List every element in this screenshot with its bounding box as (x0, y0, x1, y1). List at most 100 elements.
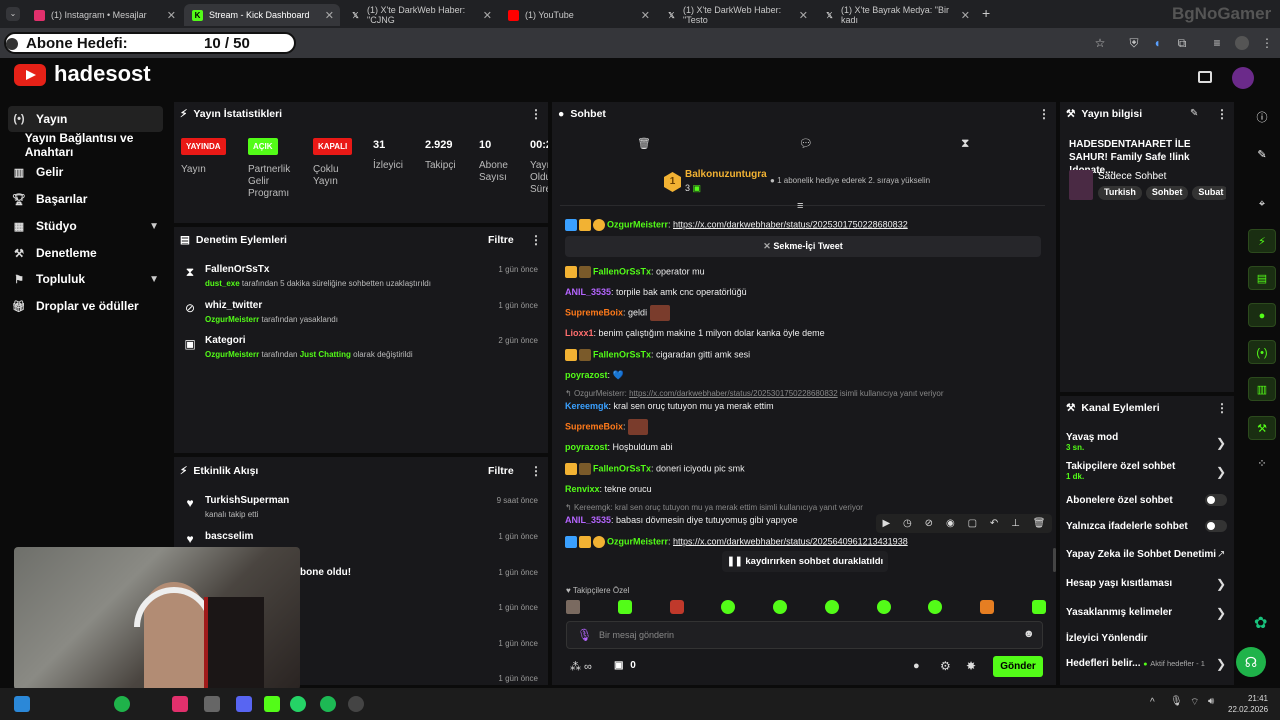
emoji-icon[interactable]: ☻ (1023, 628, 1035, 640)
tab-youtube[interactable]: (1) YouTube ✕ (500, 4, 656, 26)
mic-tray-icon[interactable]: 🎙︎ (1170, 696, 1183, 707)
browser-menu-icon[interactable]: ⋮ (1260, 36, 1274, 50)
capture-icon[interactable]: ⌖ (1248, 192, 1276, 216)
user-avatar[interactable] (1232, 67, 1254, 89)
channel-logo-icon[interactable] (14, 64, 46, 86)
system-clock[interactable]: 21:41 22.02.2026 (1228, 693, 1268, 715)
undo-icon[interactable]: ↶ (990, 518, 998, 529)
emote-icon[interactable] (566, 600, 580, 614)
emote-icon[interactable] (876, 600, 891, 614)
tab-list-chevron-icon[interactable]: ⌄ (6, 7, 20, 21)
playlist-icon[interactable]: ≡ (1210, 36, 1224, 50)
chat-scrollbar[interactable] (1053, 548, 1056, 572)
play-icon[interactable]: ▶ (882, 518, 890, 529)
sidebar-item-yayin[interactable]: (•) Yayın (8, 106, 163, 132)
spotify-icon[interactable] (320, 696, 336, 712)
close-icon[interactable]: ✕ (961, 9, 970, 22)
sidebar-item-gelir[interactable]: ▥ Gelir (8, 159, 163, 185)
close-icon[interactable]: ✕ (325, 9, 334, 22)
trash-icon[interactable]: 🗑︎ (637, 137, 651, 150)
whatsapp-icon[interactable] (290, 696, 306, 712)
ai-moderation-item[interactable]: Yapay Zeka ile Sohbet Denetimi (1066, 549, 1226, 560)
network-icon[interactable]: ⌔ (1190, 696, 1199, 709)
activity-filter-button[interactable]: Filtre (488, 465, 514, 477)
profile-avatar[interactable] (1235, 36, 1249, 50)
broadcast-icon[interactable]: (•) (1248, 340, 1276, 364)
chat-bubble-icon[interactable]: ● (913, 660, 920, 672)
new-tab-button[interactable]: + (982, 5, 990, 21)
tray-chevron-icon[interactable]: ^ (1150, 697, 1155, 708)
emote-icon[interactable] (617, 600, 632, 614)
close-icon[interactable]: ✕ (799, 9, 808, 22)
bolt-icon[interactable]: ⚡︎ (1248, 229, 1276, 253)
pin-icon[interactable]: ⊥ (1011, 518, 1020, 529)
sidebar-item-studyo[interactable]: ▦ Stüdyo ▼ (8, 213, 163, 239)
raid-item[interactable]: İzleyici Yönlendir (1066, 633, 1226, 644)
app-icon[interactable] (114, 696, 130, 712)
kick-app-icon[interactable] (264, 696, 280, 712)
notes-icon[interactable]: ▤ (1248, 266, 1276, 290)
chatgpt-icon[interactable]: ✿ (1254, 613, 1267, 633)
app-icon[interactable] (204, 696, 220, 712)
chat-menu-icon[interactable]: ⋮ (1038, 107, 1050, 121)
banned-words-item[interactable]: Yasaklanmış kelimeler (1066, 607, 1226, 618)
activity-menu-icon[interactable]: ⋮ (530, 464, 542, 478)
support-headset-icon[interactable]: ☊ (1236, 647, 1266, 677)
sidebar-item-topluluk[interactable]: ⚑ Topluluk ▼ (8, 266, 163, 292)
emote-icon[interactable] (669, 600, 684, 614)
stats-menu-icon[interactable]: ⋮ (530, 107, 542, 121)
emotes-only-toggle[interactable] (1205, 520, 1227, 532)
copy-icon[interactable]: ▢ (968, 518, 977, 529)
channel-points-icon[interactable]: ⁂ ∞ (570, 660, 592, 673)
info-menu-icon[interactable]: ⋮ (1216, 107, 1228, 121)
settings-gear-icon[interactable]: ⚙ (940, 659, 951, 673)
chat-mode-icon[interactable]: 💬︎ (799, 137, 813, 150)
tab-x-darkweb-1[interactable]: 𝕏 (1) X'te DarkWeb Haber: "CJNG ✕ (342, 4, 498, 26)
chat-input[interactable]: 🎙︎ Bir mesaj gönderin ☻ (566, 621, 1043, 649)
sidebar-item-stream-key[interactable]: Yayın Bağlantısı ve Anahtarı (8, 131, 170, 159)
app-icon[interactable] (236, 696, 252, 712)
close-icon[interactable]: ✕ (167, 9, 176, 22)
more-icon[interactable]: ⁘ (1248, 452, 1276, 476)
tab-kick-dashboard[interactable]: K Stream - Kick Dashboard ✕ (184, 4, 340, 26)
extensions-icon[interactable]: ⧉ (1175, 36, 1189, 50)
actions-menu-icon[interactable]: ⋮ (1216, 401, 1228, 415)
goals-item[interactable]: Hedefleri belir... ● Aktif hedefler - 1 (1066, 658, 1206, 669)
tab-instagram[interactable]: (1) Instagram • Mesajlar ✕ (26, 4, 182, 26)
audio-icon[interactable]: ◖ (1150, 36, 1164, 50)
account-age-item[interactable]: Hesap yaşı kısıtlaması (1066, 578, 1226, 589)
chat-icon[interactable]: ◉ (946, 518, 955, 529)
sidebar-item-droplar[interactable]: 🎁︎ Droplar ve ödüller (8, 293, 163, 319)
edit-pencil-icon[interactable]: ✎ (1190, 108, 1198, 119)
wrench-icon[interactable]: ⚒ (1248, 416, 1276, 440)
emote-icon[interactable] (721, 600, 736, 614)
followers-only-item[interactable]: Takipçilere özel sohbet 1 dk. (1066, 461, 1226, 481)
tab-x-darkweb-2[interactable]: 𝕏 (1) X'te DarkWeb Haber: "Testo ✕ (658, 4, 814, 26)
slash-icon[interactable]: ⊘ (925, 518, 933, 529)
emote-icon[interactable] (1031, 600, 1046, 614)
volume-icon[interactable]: 🔊︎ (1208, 696, 1214, 707)
close-icon[interactable]: ✕ (483, 9, 492, 22)
screen-icon[interactable] (1198, 71, 1212, 83)
emote-icon[interactable] (773, 600, 788, 614)
app-icon[interactable] (348, 696, 364, 712)
close-icon[interactable]: ✕ (641, 9, 650, 22)
collapse-icon[interactable]: ≡ (797, 200, 803, 212)
gift-counter[interactable]: ▣ 0 (614, 660, 636, 671)
mod-filter-button[interactable]: Filtre (488, 234, 514, 246)
info-icon[interactable]: ⓘ (1248, 106, 1276, 130)
emote-icon[interactable] (928, 600, 943, 614)
gifter-name[interactable]: Balkonuzuntugra (685, 169, 767, 180)
mod-menu-icon[interactable]: ⋮ (530, 233, 542, 247)
clock-icon[interactable]: ◷ (903, 518, 912, 529)
sidebar-item-basarilar[interactable]: 🏆︎ Başarılar (8, 186, 163, 212)
emote-picker-icon[interactable]: ✸ (966, 659, 976, 673)
bookmark-star-icon[interactable]: ☆ (1093, 36, 1107, 50)
delete-icon[interactable]: 🗑︎ (1033, 518, 1046, 529)
hourglass-icon[interactable]: ⧗ (961, 136, 969, 151)
chat-paused-banner[interactable]: ❚❚ kaydırırken sohbet duraklatıldı (722, 551, 888, 572)
tab-x-bayrak[interactable]: 𝕏 (1) X'te Bayrak Medya: "Bir kadı ✕ (816, 4, 976, 26)
inline-tweet-button[interactable]: ✕ Sekme-İçi Tweet (565, 236, 1041, 257)
edit-icon[interactable]: ✎ (1248, 143, 1276, 167)
app-icon[interactable] (172, 696, 188, 712)
